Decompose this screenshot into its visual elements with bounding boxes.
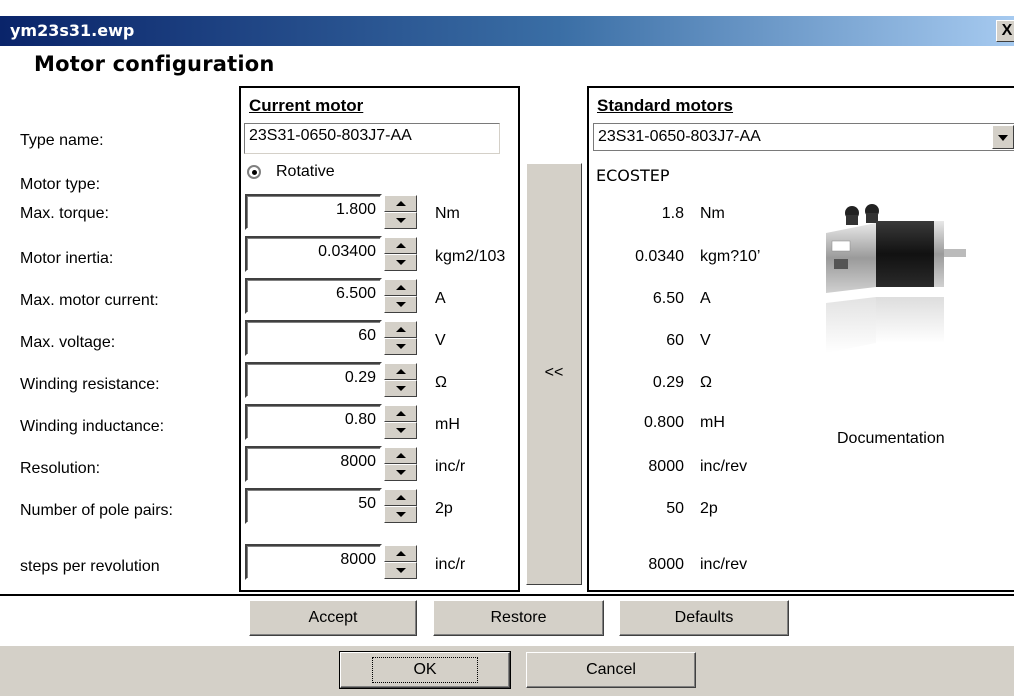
spin-up-icon[interactable] [384, 447, 417, 464]
spin-up-icon[interactable] [384, 321, 417, 338]
max-voltage-input[interactable]: 60 [245, 320, 382, 356]
std-pole-pairs-unit: 2p [700, 500, 718, 517]
close-button[interactable]: X [996, 20, 1014, 42]
std-max-voltage-unit: V [700, 332, 711, 349]
max-torque-unit: Nm [435, 205, 460, 222]
std-motor-inertia: 0.0340 [635, 248, 684, 265]
spin-down-icon[interactable] [384, 562, 417, 579]
chevron-down-icon[interactable] [992, 125, 1014, 149]
label-resolution: Resolution: [20, 460, 101, 477]
std-steps-per-rev: 8000 [648, 556, 684, 573]
cancel-button[interactable]: Cancel [526, 652, 696, 688]
pole-pairs-unit: 2p [435, 500, 453, 517]
label-type-name: Type name: [20, 132, 104, 149]
winding-resistance-unit: Ω [435, 374, 447, 391]
motor-inertia-spinner[interactable]: 0.03400 [245, 236, 417, 272]
label-steps-per-rev: steps per revolution [20, 558, 160, 575]
button-area: Accept Restore Defaults OK Cancel [0, 594, 1014, 696]
std-max-torque-unit: Nm [700, 205, 725, 222]
spin-down-icon[interactable] [384, 506, 417, 523]
max-current-unit: A [435, 290, 446, 307]
accept-button[interactable]: Accept [249, 600, 417, 636]
steps-per-rev-input[interactable]: 8000 [245, 544, 382, 580]
std-resolution-unit: inc/rev [700, 458, 748, 475]
winding-resistance-spinner[interactable]: 0.29 [245, 362, 417, 398]
winding-resistance-input[interactable]: 0.29 [245, 362, 382, 398]
label-max-current: Max. motor current: [20, 292, 159, 309]
std-winding-resistance-unit: Ω [700, 374, 712, 391]
spin-down-icon[interactable] [384, 380, 417, 397]
label-winding-inductance: Winding inductance: [20, 418, 165, 435]
spin-up-icon[interactable] [384, 405, 417, 422]
spin-down-icon[interactable] [384, 422, 417, 439]
spin-down-icon[interactable] [384, 296, 417, 313]
title-bar: ym23s31.ewp X [0, 16, 1014, 46]
std-motor-inertia-unit: kgm?10’ [700, 248, 761, 265]
label-winding-resistance: Winding resistance: [20, 376, 160, 393]
winding-inductance-unit: mH [435, 416, 460, 433]
standard-motor-type: ECOSTEP [596, 166, 670, 185]
spin-up-icon[interactable] [384, 489, 417, 506]
std-winding-inductance: 0.800 [643, 414, 684, 431]
dialog-title: Motor configuration [34, 52, 275, 76]
standard-motor-selected: 23S31-0650-803J7-AA [598, 128, 761, 145]
spin-up-icon[interactable] [384, 237, 417, 254]
label-motor-type: Motor type: [20, 176, 101, 193]
standard-motor-select[interactable]: 23S31-0650-803J7-AA [593, 123, 1014, 151]
label-max-torque: Max. torque: [20, 205, 109, 222]
std-max-current-unit: A [700, 290, 711, 307]
max-voltage-spinner[interactable]: 60 [245, 320, 417, 356]
std-max-torque: 1.8 [661, 205, 684, 222]
max-torque-spinner[interactable]: 1.800 [245, 194, 417, 230]
pole-pairs-input[interactable]: 50 [245, 488, 382, 524]
motor-inertia-input[interactable]: 0.03400 [245, 236, 382, 272]
rotative-radio[interactable] [247, 165, 261, 179]
motor-inertia-unit: kgm2/103 [435, 248, 506, 265]
standard-motors-header: Standard motors [597, 96, 734, 115]
rotative-label: Rotative [276, 163, 335, 180]
std-max-current: 6.50 [652, 290, 684, 307]
std-pole-pairs: 50 [666, 500, 684, 517]
label-motor-inertia: Motor inertia: [20, 250, 114, 267]
copy-standard-button[interactable]: << [526, 163, 582, 585]
dialog-button-row: OK Cancel [0, 646, 1014, 696]
ok-button[interactable]: OK [339, 651, 511, 689]
steps-per-rev-spinner[interactable]: 8000 [245, 544, 417, 580]
std-winding-resistance: 0.29 [652, 374, 684, 391]
motor-image [804, 193, 968, 373]
spin-down-icon[interactable] [384, 338, 417, 355]
action-row: Accept Restore Defaults [0, 594, 1014, 648]
spin-down-icon[interactable] [384, 212, 417, 229]
std-resolution: 8000 [648, 458, 684, 475]
spin-up-icon[interactable] [384, 279, 417, 296]
std-steps-per-rev-unit: inc/rev [700, 556, 748, 573]
max-current-spinner[interactable]: 6.500 [245, 278, 417, 314]
type-name-input[interactable]: 23S31-0650-803J7-AA [244, 123, 500, 154]
max-voltage-unit: V [435, 332, 446, 349]
spin-down-icon[interactable] [384, 464, 417, 481]
spin-up-icon[interactable] [384, 545, 417, 562]
window-title: ym23s31.ewp [10, 21, 135, 40]
current-motor-header: Current motor [249, 96, 364, 115]
resolution-spinner[interactable]: 8000 [245, 446, 417, 482]
defaults-button[interactable]: Defaults [619, 600, 789, 636]
spin-up-icon[interactable] [384, 195, 417, 212]
winding-inductance-input[interactable]: 0.80 [245, 404, 382, 440]
label-max-voltage: Max. voltage: [20, 334, 116, 351]
label-pole-pairs: Number of pole pairs: [20, 502, 173, 519]
resolution-unit: inc/r [435, 458, 466, 475]
std-max-voltage: 60 [666, 332, 684, 349]
spin-up-icon[interactable] [384, 363, 417, 380]
steps-per-rev-unit: inc/r [435, 556, 466, 573]
pole-pairs-spinner[interactable]: 50 [245, 488, 417, 524]
winding-inductance-spinner[interactable]: 0.80 [245, 404, 417, 440]
resolution-input[interactable]: 8000 [245, 446, 382, 482]
max-current-input[interactable]: 6.500 [245, 278, 382, 314]
documentation-link[interactable]: Documentation [837, 430, 945, 448]
restore-button[interactable]: Restore [433, 600, 604, 636]
std-winding-inductance-unit: mH [700, 414, 725, 431]
max-torque-input[interactable]: 1.800 [245, 194, 382, 230]
spin-down-icon[interactable] [384, 254, 417, 271]
